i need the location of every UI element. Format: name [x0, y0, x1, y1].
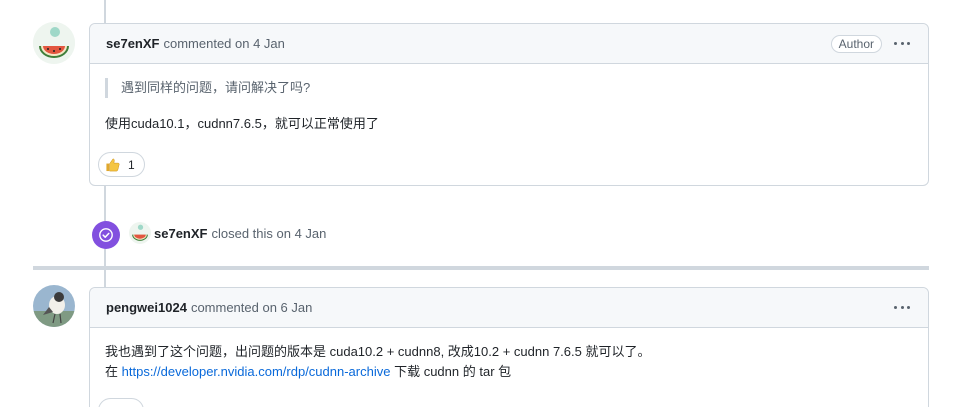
reaction-thumbs-up-button[interactable]: 1	[98, 152, 145, 177]
comment-author[interactable]: pengwei1024	[106, 300, 187, 315]
add-reaction-button[interactable]	[98, 398, 144, 407]
avatar[interactable]	[129, 222, 151, 244]
thumbs-up-icon	[106, 158, 120, 172]
event-text[interactable]: closed this on 4 Jan	[211, 226, 326, 241]
comment-card: pengwei1024 commented on 6 Jan 我也遇到了这个问题…	[89, 287, 929, 407]
timeline-line	[104, 0, 106, 24]
check-circle-icon	[92, 221, 120, 249]
closed-event: se7enXF closed this on 4 Jan	[129, 222, 326, 244]
comment-text: 使用cuda10.1，cudnn7.6.5，就可以正常使用了	[105, 116, 379, 131]
timeline-divider	[33, 266, 929, 270]
author-badge: Author	[830, 34, 882, 53]
timeline-line	[104, 270, 106, 288]
more-options-icon[interactable]	[892, 300, 912, 316]
comment-body: 我也遇到了这个问题，出问题的版本是 cuda10.2 + cudnn8, 改成1…	[90, 328, 928, 382]
text-suffix: 下载 cudnn 的 tar 包	[394, 364, 512, 379]
quote-block: 遇到同样的问题，请问解决了吗?	[105, 78, 913, 98]
text-prefix: 在	[105, 364, 119, 379]
event-actor[interactable]: se7enXF	[154, 226, 207, 241]
comment-timestamp[interactable]: commented on 6 Jan	[191, 300, 312, 315]
comment-header: pengwei1024 commented on 6 Jan	[90, 288, 928, 328]
more-options-icon[interactable]	[892, 36, 912, 52]
comment-text-line: 在 https://developer.nvidia.com/rdp/cudnn…	[105, 362, 913, 382]
comment-card: se7enXF commented on 4 Jan Author 遇到同样的问…	[89, 23, 929, 186]
comment-text-line: 我也遇到了这个问题，出问题的版本是 cuda10.2 + cudnn8, 改成1…	[105, 344, 651, 359]
comment-header: se7enXF commented on 4 Jan Author	[90, 24, 928, 64]
reaction-count: 1	[128, 157, 135, 172]
comment-body: 遇到同样的问题，请问解决了吗? 使用cuda10.1，cudnn7.6.5，就可…	[90, 64, 928, 134]
avatar[interactable]	[33, 22, 75, 64]
comment-timestamp[interactable]: commented on 4 Jan	[163, 36, 284, 51]
avatar[interactable]	[33, 285, 75, 327]
comment-author[interactable]: se7enXF	[106, 36, 159, 51]
cudnn-archive-link[interactable]: https://developer.nvidia.com/rdp/cudnn-a…	[122, 364, 391, 379]
